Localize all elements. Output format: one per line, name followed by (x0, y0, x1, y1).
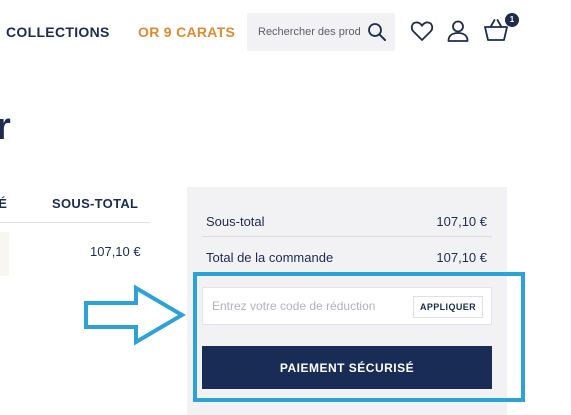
column-header-quantity: TÉ (0, 196, 8, 211)
product-thumbnail[interactable] (0, 232, 9, 276)
row-subtotal: 107,10 € (90, 244, 141, 259)
subtotal-value: 107,10 € (436, 214, 487, 229)
search-bar (247, 13, 395, 51)
heart-icon[interactable] (409, 18, 435, 44)
user-icon[interactable] (445, 18, 471, 44)
highlight-frame (193, 272, 525, 402)
summary-divider (202, 236, 492, 237)
page-title: r (0, 106, 11, 148)
table-divider (0, 222, 150, 223)
cart-count-badge: 1 (505, 13, 519, 27)
order-total-label: Total de la commande (206, 250, 334, 265)
nav-or-9-carats[interactable]: OR 9 CARATS (138, 24, 235, 40)
arrow-right-icon (82, 283, 188, 347)
column-header-subtotal: SOUS-TOTAL (52, 196, 139, 211)
nav-collections[interactable]: COLLECTIONS (6, 24, 110, 40)
search-input[interactable] (247, 13, 367, 51)
subtotal-label: Sous-total (206, 214, 265, 229)
search-icon[interactable] (367, 22, 387, 42)
order-total-value: 107,10 € (436, 250, 487, 265)
